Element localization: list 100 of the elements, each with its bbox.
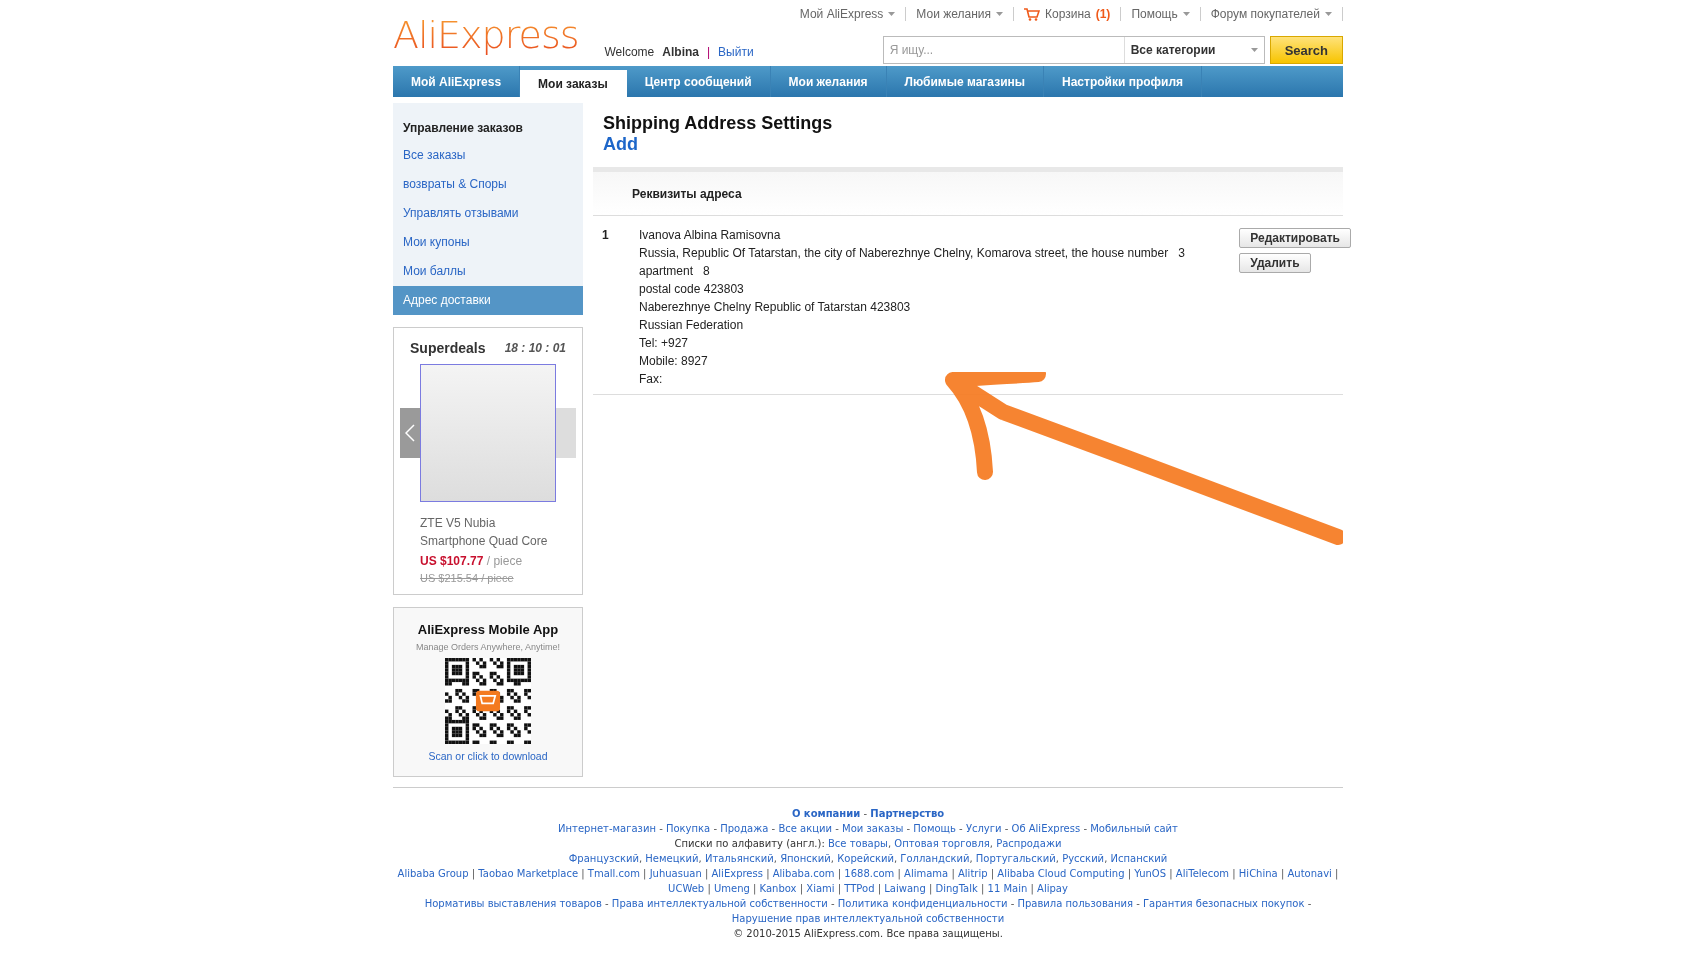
delete-button[interactable]: Удалить [1239, 253, 1311, 273]
separator: | [581, 868, 585, 879]
caret-icon [1250, 48, 1258, 52]
caret-icon [1182, 12, 1190, 16]
footer-link[interactable]: 1688.com [844, 868, 895, 879]
cart-link[interactable]: Корзина (1) [1014, 7, 1122, 21]
row-number: 1 [602, 228, 610, 244]
separator: , [969, 853, 973, 864]
footer-link[interactable]: Русский [1062, 853, 1105, 864]
caret-icon [996, 12, 1003, 16]
separator: - [863, 808, 868, 819]
footer-link[interactable]: Услуги [965, 823, 1002, 834]
add-link[interactable]: Add [593, 134, 648, 155]
footer-link[interactable]: Alibaba Group [397, 868, 469, 879]
separator: , [893, 853, 898, 864]
footer-link[interactable]: Покупка [665, 823, 711, 834]
footer-link[interactable]: Оптовая торговля [894, 838, 990, 849]
search-button[interactable]: Search [1269, 36, 1343, 64]
footer-link[interactable]: Laiwang [884, 883, 926, 894]
footer-link[interactable]: Партнерство [870, 808, 945, 819]
footer-link[interactable]: Autonavi [1287, 868, 1332, 879]
sidebar-item[interactable]: возвраты & Споры [393, 170, 583, 199]
footer-link[interactable]: Alibaba.com [772, 868, 835, 879]
footer-link[interactable]: Итальянский [704, 853, 774, 864]
footer-link[interactable]: Интернет-магазин [558, 823, 656, 834]
logout-link[interactable]: Выйти [718, 45, 754, 59]
nav-tab[interactable]: Настройки профиля [1044, 66, 1203, 97]
app-subtitle: Manage Orders Anywhere, Anytime! [415, 642, 561, 652]
footer-link[interactable]: Гарантия безопасных покупок [1142, 898, 1305, 909]
sidebar-item[interactable]: Все заказы [393, 141, 583, 170]
separator: | [1169, 868, 1173, 879]
footer-link[interactable]: Помощь [913, 823, 956, 834]
separator: | [643, 868, 647, 879]
footer-link[interactable]: Права интеллектуальной собственности [611, 898, 828, 909]
download-link[interactable]: Scan or click to download [428, 750, 548, 762]
top-menu-link[interactable]: Помощь [1121, 7, 1201, 21]
product-name[interactable]: ZTE V5 Nubia Smartphone Quad Core [406, 514, 570, 550]
footer-link[interactable]: Нарушение прав интеллектуальной собственности [731, 913, 1005, 924]
footer-link[interactable]: AliExpress [711, 868, 763, 879]
footer-link[interactable]: 11 Main [987, 883, 1028, 894]
separator: - [1136, 898, 1140, 909]
footer-link[interactable]: Корейский [837, 853, 894, 864]
footer-link[interactable]: Французский [568, 853, 639, 864]
separator: , [887, 838, 892, 849]
previous-button[interactable] [400, 408, 420, 458]
footer-link[interactable]: Испанский [1110, 853, 1168, 864]
nav-tab[interactable]: Центр сообщений [626, 66, 771, 97]
footer-link[interactable]: Политика конфиденциальности [837, 898, 1008, 909]
address-line: Russian Federation [639, 318, 745, 332]
footer-link[interactable]: Kanbox [759, 883, 797, 894]
footer-link[interactable]: Немецкий [645, 853, 699, 864]
footer-link[interactable]: Все товары [828, 838, 888, 849]
footer-link[interactable]: Xiami [806, 883, 835, 894]
footer-link[interactable]: Alibaba Cloud Computing [997, 868, 1125, 879]
sidebar-item[interactable]: Мои купоны [393, 228, 583, 257]
nav-tab[interactable]: Мои желания [770, 66, 887, 97]
top-menu-link[interactable]: Мой AliExpress [789, 7, 907, 21]
sidebar-item[interactable]: Мои баллы [393, 257, 583, 286]
footer-link[interactable]: AliTelecom [1175, 868, 1230, 879]
separator: , [773, 853, 777, 864]
footer-link[interactable]: HiChina [1238, 868, 1278, 879]
category-dropdown[interactable]: Все категории [1123, 37, 1264, 63]
nav-tab[interactable]: Мои заказы [520, 70, 627, 97]
footer-link[interactable]: Все акции [778, 823, 833, 834]
footer-link[interactable]: TTPod [844, 883, 875, 894]
footer-link[interactable]: Alitrip [958, 868, 988, 879]
footer-link[interactable]: Umeng [713, 883, 750, 894]
footer-link[interactable]: Правила пользования [1017, 898, 1133, 909]
top-menu-link[interactable]: Мои желания [906, 7, 1014, 21]
caret-icon [888, 12, 896, 16]
footer-link[interactable]: Taobao Marketplace [478, 868, 579, 879]
footer-link[interactable]: Juhuasuan [649, 868, 702, 879]
separator: | [706, 45, 711, 59]
footer-link[interactable]: Португальский [975, 853, 1056, 864]
top-menu-link[interactable]: Форум покупателей [1200, 7, 1343, 21]
footer-link[interactable]: Мои заказы [842, 823, 904, 834]
caret-icon [1325, 12, 1332, 16]
footer-link[interactable]: UCWeb [668, 883, 705, 894]
edit-button[interactable]: Редактировать [1239, 228, 1351, 248]
separator: , [989, 838, 993, 849]
footer-link[interactable]: Alipay [1037, 883, 1068, 894]
sidebar-item[interactable]: Управлять отзывами [393, 199, 583, 228]
footer-link[interactable]: Японский [780, 853, 831, 864]
footer-link[interactable]: Мобильный сайт [1090, 823, 1178, 834]
footer-link[interactable]: О компании [791, 808, 861, 819]
next-button[interactable] [556, 408, 576, 458]
search-field[interactable]: Я ищу... Все категории [882, 36, 1265, 64]
photo-placeholder[interactable] [419, 364, 557, 502]
footer-link[interactable]: Alimama [904, 868, 949, 879]
nav-tab[interactable]: Любимые магазины [886, 66, 1045, 97]
footer-link[interactable]: YunOS [1134, 868, 1167, 879]
footer-link[interactable]: Tmall.com [587, 868, 640, 879]
address-line: postal code 423803 [639, 282, 745, 296]
footer-link[interactable]: Распродажи [996, 838, 1062, 849]
footer-link[interactable]: Нормативы выставления товаров [424, 898, 602, 909]
sidebar-item[interactable]: Адрес доставки [393, 286, 583, 315]
footer-link[interactable]: Об AliExpress [1011, 823, 1081, 834]
footer-link[interactable]: DingTalk [935, 883, 978, 894]
footer-link[interactable]: Продажа [720, 823, 769, 834]
separator: - [713, 823, 718, 834]
